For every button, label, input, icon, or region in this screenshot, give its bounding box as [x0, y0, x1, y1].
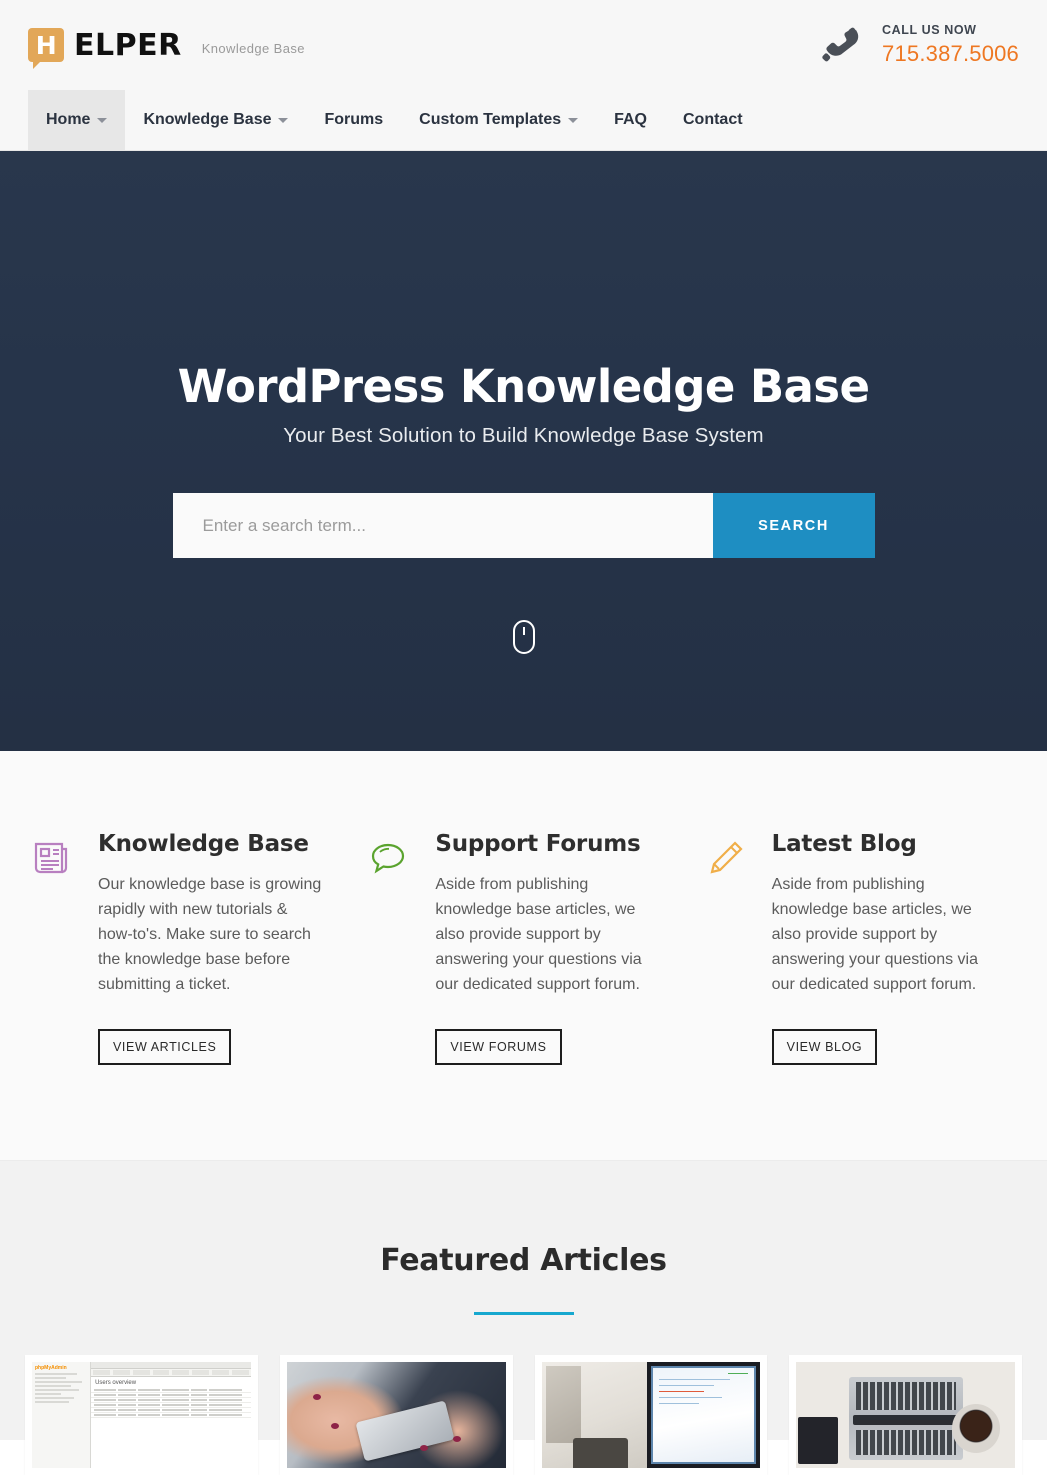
nav-item-custom-templates[interactable]: Custom Templates — [401, 90, 596, 150]
site-header: H ELPER Knowledge Base CALL US NOW 715.3… — [0, 0, 1047, 90]
nav-label: FAQ — [614, 111, 647, 128]
featured-articles-title: Featured Articles — [380, 1243, 667, 1278]
nav-item-contact[interactable]: Contact — [665, 90, 761, 150]
feature-title: Knowledge Base — [98, 831, 309, 857]
feature-body: Support Forums Aside from publishing kno… — [435, 831, 662, 1160]
nav-item-knowledge-base[interactable]: Knowledge Base — [125, 90, 306, 150]
feature-text: Aside from publishing knowledge base art… — [771, 876, 978, 993]
feature-title: Latest Blog — [771, 831, 917, 857]
hands-holding-smartphone-photo — [286, 1362, 506, 1468]
nav-label: Custom Templates — [419, 111, 562, 128]
chevron-down-icon — [568, 117, 579, 123]
main-navigation: Home Knowledge Base Forums Custom Templa… — [0, 90, 1047, 151]
features-section: Knowledge Base Our knowledge base is gro… — [0, 751, 1047, 1161]
article-card[interactable] — [279, 1355, 513, 1475]
feature-body: Latest Blog Aside from publishing knowle… — [771, 831, 999, 1160]
speech-bubble-icon — [367, 831, 415, 1160]
search-button[interactable]: SEARCH — [712, 493, 875, 558]
nav-item-home[interactable]: Home — [28, 90, 126, 150]
site-logo[interactable]: H ELPER Knowledge Base — [28, 27, 305, 69]
feature-body: Knowledge Base Our knowledge base is gro… — [98, 831, 325, 1160]
feature-latest-blog: Latest Blog Aside from publishing knowle… — [691, 831, 1027, 1160]
newspaper-icon — [30, 831, 78, 1160]
pencil-icon — [704, 831, 752, 1160]
nav-item-forums[interactable]: Forums — [306, 90, 401, 150]
featured-articles-grid: phpMyAdmin Users overview — [0, 1315, 1047, 1475]
phpmyadmin-users-overview-screenshot: phpMyAdmin Users overview — [32, 1362, 251, 1468]
logo-letter: H — [35, 30, 57, 60]
call-text: CALL US NOW 715.387.5006 — [882, 23, 1019, 67]
logo-wordmark: ELPER — [74, 27, 182, 63]
chevron-down-icon — [278, 117, 289, 123]
nav-label: Forums — [324, 111, 384, 128]
feature-knowledge-base: Knowledge Base Our knowledge base is gro… — [20, 831, 353, 1160]
view-articles-button[interactable]: VIEW ARTICLES — [98, 1029, 232, 1065]
article-card[interactable]: phpMyAdmin Users overview — [25, 1355, 258, 1475]
feature-title: Support Forums — [435, 831, 641, 857]
logo-tagline: Knowledge Base — [201, 40, 305, 56]
article-card[interactable] — [534, 1355, 768, 1475]
phone-number[interactable]: 715.387.5006 — [882, 41, 1019, 67]
logo-speech-bubble-icon: H — [28, 28, 64, 69]
view-blog-button[interactable]: VIEW BLOG — [771, 1029, 878, 1065]
hero-title: WordPress Knowledge Base — [177, 360, 870, 413]
hero-search-bar: SEARCH — [172, 493, 875, 558]
article-card[interactable] — [789, 1355, 1022, 1475]
chevron-down-icon — [97, 117, 108, 123]
hero-subtitle: Your Best Solution to Build Knowledge Ba… — [283, 424, 764, 447]
mouse-scroll-icon[interactable] — [512, 620, 535, 654]
nav-label: Home — [46, 111, 91, 128]
hero-section: WordPress Knowledge Base Your Best Solut… — [0, 151, 1047, 751]
laptop-flatlay-photo — [796, 1362, 1015, 1468]
call-us-label: CALL US NOW — [882, 23, 977, 37]
view-forums-button[interactable]: VIEW FORUMS — [435, 1029, 562, 1065]
featured-articles-section: Featured Articles phpMyAdmin Users overv… — [0, 1161, 1047, 1475]
search-input[interactable] — [172, 493, 713, 558]
feature-text: Aside from publishing knowledge base art… — [435, 876, 642, 993]
feature-text: Our knowledge base is growing rapidly wi… — [98, 876, 322, 993]
phone-handset-icon — [818, 25, 864, 65]
call-us-block: CALL US NOW 715.387.5006 — [818, 23, 1019, 67]
feature-support-forums: Support Forums Aside from publishing kno… — [353, 831, 690, 1160]
nav-item-faq[interactable]: FAQ — [596, 90, 665, 150]
desk-with-monitor-photo — [541, 1362, 761, 1468]
nav-label: Contact — [683, 111, 743, 128]
nav-label: Knowledge Base — [143, 111, 272, 128]
